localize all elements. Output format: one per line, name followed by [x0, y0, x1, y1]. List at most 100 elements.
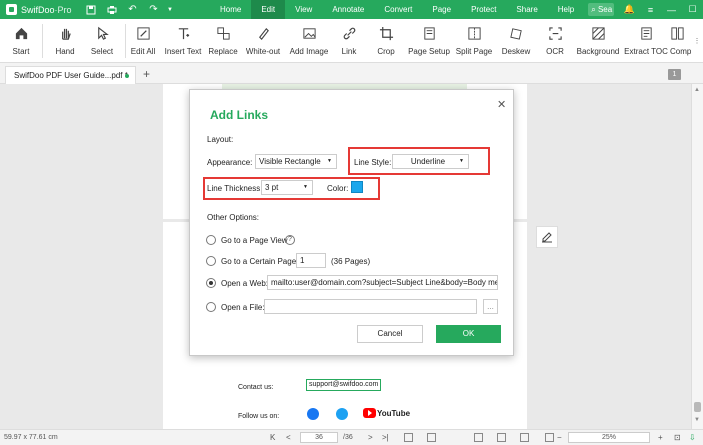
option-open-web-label: Open a Web: [221, 279, 268, 288]
add-tab-icon[interactable]: + [143, 67, 150, 81]
ribbon-label: Select [90, 47, 114, 56]
search-input[interactable]: ⌕ Sea [588, 3, 615, 16]
maximize-icon[interactable]: ☐ [682, 0, 703, 19]
fit-icon[interactable]: ⊡ [674, 433, 681, 442]
ribbon-ocr-button[interactable]: OCR [536, 19, 574, 63]
ribbon-hand-button[interactable]: Hand [43, 19, 87, 63]
ribbon-add-image-button[interactable]: Add Image [286, 19, 332, 63]
title-bar: SwifDoo · Pro ↶ ↷ ▼ Home Edit View Annotat… [0, 0, 703, 19]
youtube-text: YouTube [377, 408, 411, 418]
ribbon-select-button[interactable]: Select [87, 19, 117, 63]
next-page-icon[interactable]: > [368, 433, 373, 442]
chevron-down-icon: ▼ [327, 158, 332, 164]
file-path-input[interactable] [264, 299, 477, 314]
menu-edit[interactable]: Edit [251, 0, 286, 19]
color-swatch[interactable] [351, 181, 363, 193]
menu-share[interactable]: Share [506, 0, 547, 19]
menu-convert[interactable]: Convert [374, 0, 422, 19]
radio-certain-page[interactable] [206, 256, 216, 266]
zoom-level-input[interactable]: 25% [568, 432, 650, 443]
ribbon-label: Edit All [130, 47, 156, 56]
appearance-select[interactable]: Visible Rectangle ▼ [255, 154, 337, 169]
ribbon-label: Add Image [289, 47, 329, 56]
deskew-icon [509, 28, 522, 40]
certain-page-input[interactable]: 1 [296, 253, 326, 268]
menu-annotate[interactable]: Annotate [322, 0, 374, 19]
ribbon-more-icon[interactable]: ⋮ [692, 19, 702, 63]
two-page-icon[interactable] [427, 433, 436, 442]
ribbon-extract-toc-button[interactable]: Extract TOC [622, 19, 670, 63]
prev-page-icon[interactable]: < [286, 433, 291, 442]
zoom-in-icon[interactable]: + [658, 433, 663, 442]
ribbon-split-page-button[interactable]: Split Page [452, 19, 496, 63]
youtube-logo[interactable]: YouTube [363, 408, 410, 418]
minimize-icon[interactable]: — [661, 0, 682, 19]
help-icon[interactable]: ? [285, 235, 295, 245]
last-page-icon[interactable]: >| [382, 433, 389, 442]
ribbon-start-button[interactable]: Start [0, 19, 42, 63]
ribbon-link-button[interactable]: Link [332, 19, 366, 63]
page-number-input[interactable]: 36 [300, 432, 338, 443]
line-thickness-select[interactable]: 3 pt ▼ [261, 180, 313, 195]
bell-icon[interactable]: 🔔 [619, 0, 640, 19]
other-options-label: Other Options: [207, 213, 260, 222]
browse-file-button[interactable]: ... [483, 299, 498, 314]
document-tab[interactable]: SwifDoo PDF User Guide...pdf * [5, 66, 136, 84]
ribbon-deskew-button[interactable]: Deskew [496, 19, 536, 63]
edit-pencil-icon[interactable] [536, 226, 558, 248]
ribbon-insert-text-button[interactable]: Insert Text [160, 19, 206, 63]
redo-icon[interactable]: ↷ [143, 0, 164, 19]
ribbon-replace-button[interactable]: Replace [206, 19, 240, 63]
option-open-file-label: Open a File: [221, 303, 265, 312]
radio-page-view[interactable] [206, 235, 216, 245]
line-thickness-value: 3 pt [265, 183, 279, 192]
chevron-down-icon[interactable]: ▼ [164, 0, 176, 19]
twitter-icon[interactable] [336, 408, 348, 420]
rotate-icon[interactable] [520, 433, 529, 442]
line-style-select[interactable]: Underline ▼ [392, 154, 469, 169]
cancel-button[interactable]: Cancel [357, 325, 423, 343]
total-pages: /36 [343, 434, 353, 441]
zoom-out-icon[interactable]: − [557, 433, 562, 442]
scroll-up-icon[interactable]: ▲ [694, 87, 700, 93]
menu-help[interactable]: Help [548, 0, 584, 19]
contact-email-link[interactable]: support@swifdoo.com [306, 379, 382, 391]
menu-icon[interactable]: ≡ [640, 0, 661, 19]
single-page-icon[interactable] [404, 433, 413, 442]
radio-open-file[interactable] [206, 302, 216, 312]
ribbon-page-setup-button[interactable]: Page Setup [406, 19, 452, 63]
ribbon-edit-all-button[interactable]: Edit All [126, 19, 160, 63]
web-url-input[interactable]: mailto:user@domain.com?subject=Subject L… [267, 275, 498, 290]
scrollbar-thumb[interactable] [694, 402, 701, 412]
ribbon-background-button[interactable]: Background [574, 19, 622, 63]
insert-text-icon [178, 28, 189, 40]
option-certain-page-label: Go to a Certain Page: [221, 257, 299, 266]
menu-page[interactable]: Page [422, 0, 461, 19]
facebook-icon[interactable] [307, 408, 319, 420]
print-icon[interactable] [101, 0, 122, 19]
ribbon-white-out-button[interactable]: White-out [240, 19, 286, 63]
home-icon [15, 27, 27, 40]
bookmark-icon[interactable]: ⇩ [689, 433, 696, 442]
save-icon[interactable] [80, 0, 101, 19]
vertical-scrollbar[interactable]: ▲ ▼ [691, 84, 703, 429]
ok-button[interactable]: OK [436, 325, 501, 343]
ribbon-compare-button[interactable]: Comp [670, 19, 692, 63]
line-thickness-label: Line Thickness: [207, 184, 263, 193]
scroll-down-icon[interactable]: ▼ [694, 417, 700, 423]
fit-width-icon[interactable] [474, 433, 483, 442]
ribbon-crop-button[interactable]: Crop [366, 19, 406, 63]
follow-label: Follow us on: [238, 413, 280, 420]
certain-page-total: (36 Pages) [331, 257, 371, 266]
menu-view[interactable]: View [285, 0, 322, 19]
undo-icon[interactable]: ↶ [122, 0, 143, 19]
first-page-icon[interactable]: K [270, 433, 275, 442]
fit-page-icon[interactable] [497, 433, 506, 442]
fullscreen-icon[interactable] [545, 433, 554, 442]
menu-home[interactable]: Home [210, 0, 251, 19]
radio-open-web[interactable] [206, 278, 216, 288]
menu-protect[interactable]: Protect [461, 0, 506, 19]
status-bar: 59.97 x 77.61 cm K < 36 /36 > >| − 25% +… [0, 429, 703, 445]
close-icon[interactable]: ✕ [497, 98, 506, 111]
split-page-icon [467, 27, 481, 40]
